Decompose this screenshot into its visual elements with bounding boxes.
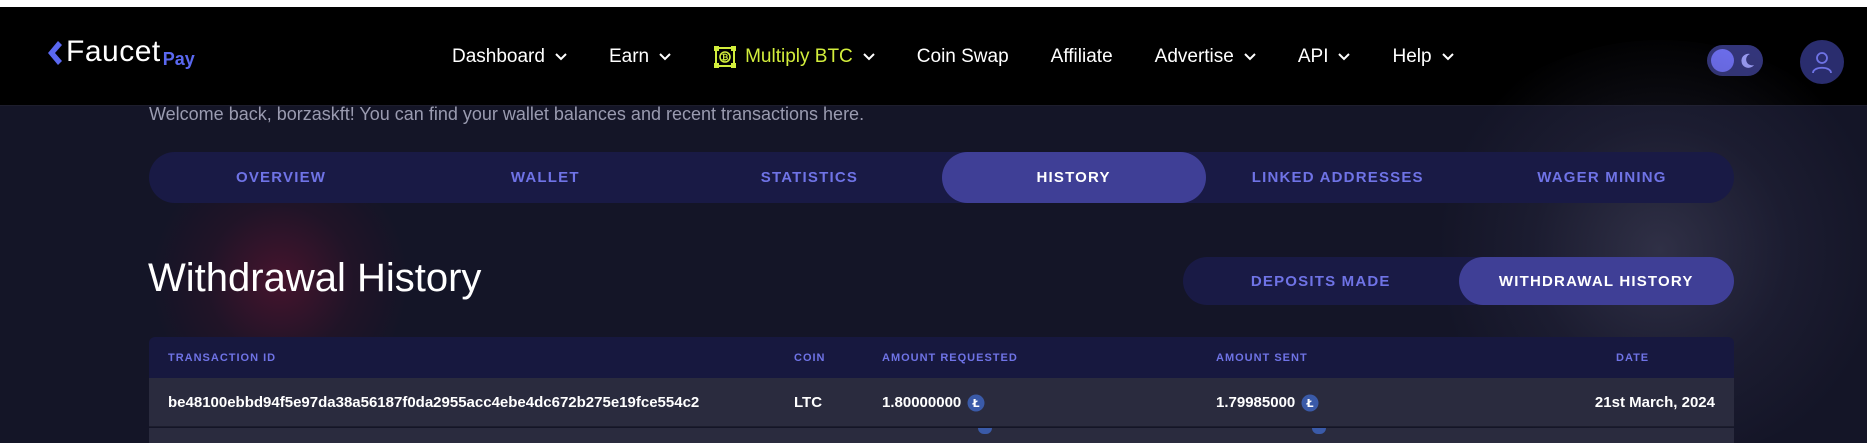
chevron-down-icon bbox=[863, 52, 875, 60]
column-header-coin: COIN bbox=[794, 351, 826, 364]
litecoin-icon bbox=[1312, 428, 1326, 434]
main-nav: Dashboard Earn ₿ Multiply BTC Coin Swap bbox=[452, 7, 1496, 106]
chevron-down-icon bbox=[659, 52, 671, 60]
nav-coin-swap[interactable]: Coin Swap bbox=[917, 46, 1009, 68]
svg-text:₿: ₿ bbox=[722, 53, 729, 62]
amount-sent-value: 1.79985000 bbox=[1216, 394, 1296, 411]
nav-dashboard[interactable]: Dashboard bbox=[452, 46, 567, 68]
logo-chevron-icon bbox=[48, 41, 62, 65]
logo-text-sub: Pay bbox=[162, 49, 195, 69]
nav-affiliate[interactable]: Affiliate bbox=[1051, 46, 1113, 68]
column-header-amount-sent: AMOUNT SENT bbox=[1216, 351, 1308, 364]
nav-api[interactable]: API bbox=[1298, 46, 1351, 68]
welcome-message: Welcome back, borzaskft! You can find yo… bbox=[149, 104, 865, 124]
nav-affiliate-label: Affiliate bbox=[1050, 45, 1113, 67]
history-subtabs: DEPOSITS MADE WITHDRAWAL HISTORY bbox=[1183, 257, 1734, 305]
tab-wager-mining[interactable]: WAGER MINING bbox=[1470, 152, 1734, 203]
chevron-down-icon bbox=[1338, 52, 1351, 60]
nav-earn-label: Earn bbox=[608, 45, 650, 67]
chevron-down-icon bbox=[1441, 52, 1454, 60]
top-strip bbox=[0, 0, 1867, 7]
nav-multiply-btc-label: Multiply BTC bbox=[745, 45, 853, 67]
litecoin-icon bbox=[978, 428, 992, 434]
tab-statistics[interactable]: STATISTICS bbox=[677, 152, 941, 203]
nav-dashboard-label: Dashboard bbox=[452, 45, 545, 67]
litecoin-icon: Ł bbox=[967, 394, 985, 411]
user-avatar[interactable] bbox=[1800, 40, 1844, 84]
cell-coin: LTC bbox=[794, 394, 823, 411]
column-header-date: DATE bbox=[1616, 351, 1650, 364]
page-title: Withdrawal History bbox=[148, 256, 482, 300]
cell-date: 21st March, 2024 bbox=[1594, 394, 1715, 411]
subtab-deposits-made[interactable]: DEPOSITS MADE bbox=[1183, 257, 1459, 305]
tab-overview[interactable]: OVERVIEW bbox=[149, 152, 413, 203]
cell-transaction-id[interactable]: be48100ebbd94f5e97da38a56187f0da2955acc4… bbox=[168, 378, 699, 427]
subtab-withdrawal-history[interactable]: WITHDRAWAL HISTORY bbox=[1458, 257, 1734, 305]
nav-help[interactable]: Help bbox=[1392, 45, 1454, 68]
user-icon bbox=[1812, 52, 1832, 74]
nav-api-label: API bbox=[1297, 45, 1329, 67]
faucetpay-logo[interactable]: Faucet Pay bbox=[44, 35, 195, 75]
column-header-transaction-id: TRANSACTION ID bbox=[168, 351, 277, 364]
nav-advertise-label: Advertise bbox=[1154, 45, 1234, 67]
chevron-down-icon bbox=[555, 52, 567, 60]
table-row-partial bbox=[149, 428, 1734, 443]
chevron-down-icon bbox=[1244, 52, 1256, 60]
cell-amount-sent: 1.79985000 Ł bbox=[1216, 378, 1319, 427]
tab-history[interactable]: HISTORY bbox=[941, 152, 1206, 203]
nav-help-label: Help bbox=[1392, 45, 1432, 67]
nav-advertise[interactable]: Advertise bbox=[1155, 46, 1256, 68]
nav-coin-swap-label: Coin Swap bbox=[916, 45, 1009, 67]
table-row: be48100ebbd94f5e97da38a56187f0da2955acc4… bbox=[149, 378, 1734, 427]
litecoin-icon: Ł bbox=[1301, 394, 1319, 411]
nav-multiply-btc[interactable]: ₿ Multiply BTC bbox=[713, 45, 875, 69]
tab-linked-addresses[interactable]: LINKED ADDRESSES bbox=[1206, 152, 1470, 203]
account-tabs: OVERVIEW WALLET STATISTICS HISTORY LINKE… bbox=[149, 152, 1734, 203]
tab-wallet[interactable]: WALLET bbox=[413, 152, 677, 203]
svg-text:Ł: Ł bbox=[972, 397, 980, 410]
column-header-amount-requested: AMOUNT REQUESTED bbox=[882, 351, 1018, 364]
nav-earn[interactable]: Earn bbox=[609, 46, 671, 68]
bitcoin-box-icon: ₿ bbox=[714, 45, 737, 68]
svg-text:Ł: Ł bbox=[1306, 397, 1314, 410]
logo-text-main: Faucet bbox=[66, 35, 161, 68]
cell-amount-requested: 1.80000000 Ł bbox=[882, 378, 985, 427]
table-header: TRANSACTION ID COIN AMOUNT REQUESTED AMO… bbox=[149, 337, 1734, 378]
amount-requested-value: 1.80000000 bbox=[882, 394, 962, 411]
